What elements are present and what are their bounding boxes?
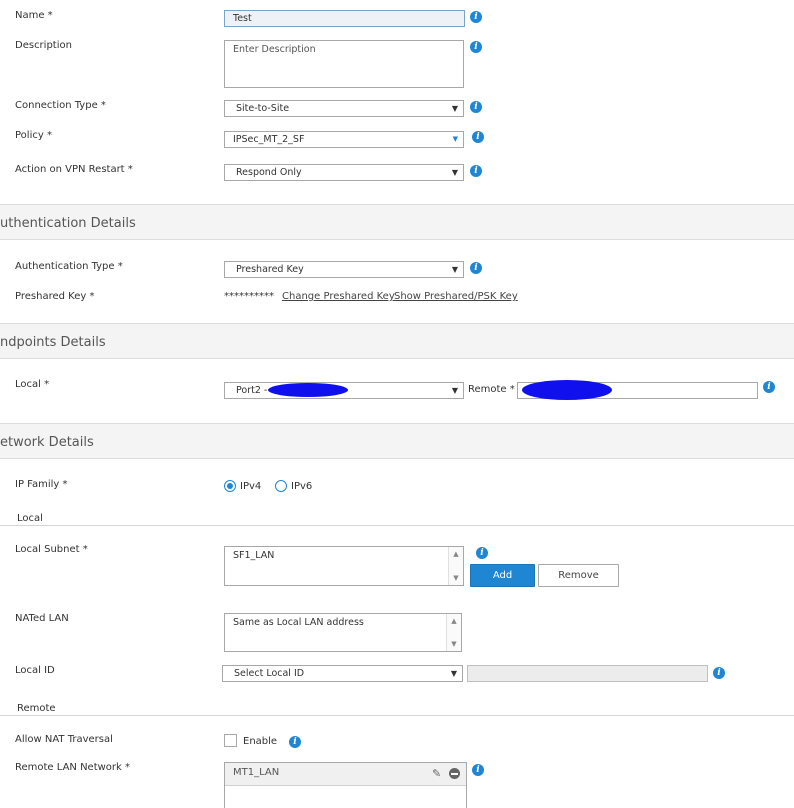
info-icon[interactable]: i bbox=[289, 736, 301, 748]
info-icon[interactable]: i bbox=[470, 11, 482, 23]
divider bbox=[0, 525, 794, 526]
remote-lan-item[interactable]: MT1_LAN ✎ bbox=[225, 763, 466, 786]
redaction-mark bbox=[268, 383, 348, 397]
action-restart-label: Action on VPN Restart * bbox=[15, 164, 133, 175]
authentication-type-select[interactable]: Preshared Key ▼ bbox=[224, 261, 464, 278]
connection-type-value: Site-to-Site bbox=[236, 103, 290, 114]
pencil-icon[interactable]: ✎ bbox=[432, 767, 441, 780]
endpoints-section: ndpoints Details bbox=[0, 323, 794, 359]
authentication-type-value: Preshared Key bbox=[236, 264, 304, 275]
local-id-label: Local ID bbox=[15, 665, 55, 676]
remote-lan-list[interactable]: MT1_LAN ✎ bbox=[224, 762, 467, 808]
scroll-down-icon[interactable]: ▼ bbox=[449, 574, 463, 582]
chevron-down-icon: ▼ bbox=[450, 669, 457, 678]
scroll-up-icon[interactable]: ▲ bbox=[449, 550, 463, 558]
authentication-type-label: Authentication Type * bbox=[15, 261, 123, 272]
remove-button[interactable]: Remove bbox=[538, 564, 619, 587]
network-section-title: etwork Details bbox=[0, 435, 94, 450]
nated-lan-list[interactable]: Same as Local LAN address ▲ ▼ bbox=[224, 613, 462, 652]
nated-lan-label: NATed LAN bbox=[15, 613, 69, 624]
local-id-select[interactable]: Select Local ID ▼ bbox=[222, 665, 463, 682]
add-button[interactable]: Add bbox=[470, 564, 535, 587]
change-preshared-key-link[interactable]: Change Preshared Key bbox=[282, 291, 395, 302]
action-restart-value: Respond Only bbox=[236, 167, 302, 178]
policy-select[interactable]: IPSec_MT_2_SF ▼ bbox=[224, 131, 464, 148]
ip-family-label: IP Family * bbox=[15, 479, 68, 490]
preshared-key-masked: ********** bbox=[224, 291, 274, 302]
local-subsection-title: Local bbox=[17, 513, 43, 524]
description-textarea[interactable]: Enter Description bbox=[224, 40, 464, 88]
name-label: Name * bbox=[15, 10, 53, 21]
description-label: Description bbox=[15, 40, 72, 51]
remote-endpoint-label: Remote * bbox=[468, 384, 515, 395]
policy-value: IPSec_MT_2_SF bbox=[233, 134, 305, 145]
info-icon[interactable]: i bbox=[470, 262, 482, 274]
authentication-section-title: uthentication Details bbox=[0, 216, 136, 231]
local-endpoint-label: Local * bbox=[15, 379, 50, 390]
ipv4-label: IPv4 bbox=[240, 481, 262, 492]
name-input[interactable]: Test bbox=[224, 10, 465, 27]
scrollbar[interactable]: ▲ ▼ bbox=[448, 547, 463, 585]
chevron-down-icon: ▼ bbox=[451, 265, 458, 274]
network-section: etwork Details bbox=[0, 423, 794, 459]
connection-type-label: Connection Type * bbox=[15, 100, 106, 111]
chevron-down-icon: ▼ bbox=[451, 104, 458, 113]
chevron-down-icon: ▼ bbox=[451, 168, 458, 177]
scrollbar[interactable]: ▲ ▼ bbox=[446, 614, 461, 651]
ipv6-radio[interactable] bbox=[275, 480, 287, 492]
scroll-down-icon[interactable]: ▼ bbox=[447, 640, 461, 648]
action-restart-select[interactable]: Respond Only ▼ bbox=[224, 164, 464, 181]
connection-type-select[interactable]: Site-to-Site ▼ bbox=[224, 100, 464, 117]
preshared-key-label: Preshared Key * bbox=[15, 291, 95, 302]
remote-lan-label: Remote LAN Network * bbox=[15, 762, 130, 773]
minus-circle-icon[interactable] bbox=[449, 768, 460, 779]
policy-label: Policy * bbox=[15, 130, 52, 141]
local-subnet-list[interactable]: SF1_LAN ▲ ▼ bbox=[224, 546, 464, 586]
local-id-input bbox=[467, 665, 708, 682]
scroll-up-icon[interactable]: ▲ bbox=[447, 617, 461, 625]
local-subnet-item[interactable]: SF1_LAN bbox=[233, 550, 274, 561]
nated-lan-value: Same as Local LAN address bbox=[233, 617, 364, 628]
chevron-down-icon: ▼ bbox=[452, 135, 458, 143]
local-id-value: Select Local ID bbox=[234, 668, 305, 679]
info-icon[interactable]: i bbox=[763, 381, 775, 393]
info-icon[interactable]: i bbox=[472, 764, 484, 776]
endpoints-section-title: ndpoints Details bbox=[0, 335, 106, 350]
info-icon[interactable]: i bbox=[470, 41, 482, 53]
show-preshared-key-link[interactable]: Show Preshared/PSK Key bbox=[394, 291, 518, 302]
ipv6-label: IPv6 bbox=[291, 481, 313, 492]
redaction-mark bbox=[522, 380, 612, 400]
info-icon[interactable]: i bbox=[470, 165, 482, 177]
local-subnet-label: Local Subnet * bbox=[15, 544, 88, 555]
nat-traversal-checkbox[interactable] bbox=[224, 734, 237, 747]
chevron-down-icon: ▼ bbox=[451, 386, 458, 395]
remote-subsection-title: Remote bbox=[17, 703, 56, 714]
nat-traversal-label: Allow NAT Traversal bbox=[15, 734, 113, 745]
remote-lan-item-label: MT1_LAN bbox=[233, 767, 280, 778]
info-icon[interactable]: i bbox=[472, 131, 484, 143]
nat-traversal-enable-label: Enable bbox=[243, 736, 278, 747]
info-icon[interactable]: i bbox=[713, 667, 725, 679]
info-icon[interactable]: i bbox=[476, 547, 488, 559]
ipv4-radio[interactable] bbox=[224, 480, 236, 492]
authentication-section: uthentication Details bbox=[0, 204, 794, 240]
divider bbox=[0, 715, 794, 716]
info-icon[interactable]: i bbox=[470, 101, 482, 113]
local-endpoint-value: Port2 - bbox=[236, 385, 268, 396]
